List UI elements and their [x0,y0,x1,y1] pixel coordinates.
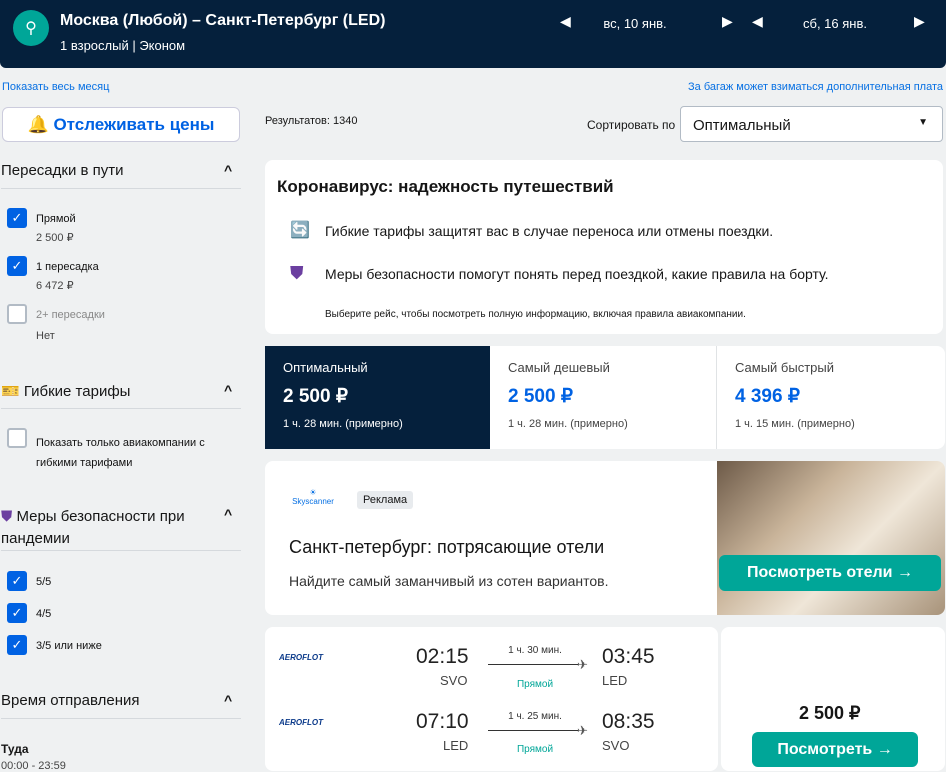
stops-two-plus-checkbox[interactable] [7,304,27,324]
safety-4-checkbox[interactable]: ✓ [7,603,27,623]
stops-1: Прямой [516,679,554,690]
time-filter-title[interactable]: Время отправления [1,692,140,709]
stops-two-label: 2+ пересадки [36,309,105,321]
passengers-cabin[interactable]: 1 взрослый | Эконом [60,38,185,53]
dep-time-1: 02:15 [416,645,469,668]
next-return-arrow-icon[interactable]: ▶ [914,13,925,30]
return-date[interactable]: сб, 16 янв. [785,16,885,31]
depart-date[interactable]: вс, 10 янв. [585,16,685,31]
aeroflot-logo: AEROFLOT [279,718,323,727]
dep-time-2: 07:10 [416,710,469,733]
stops-2: Прямой [516,744,554,755]
sort-select[interactable]: Оптимальный ▼ [680,106,943,142]
duration-1: 1 ч. 30 мин. [508,645,562,656]
chevron-down-icon: ▼ [918,117,928,128]
stops-one-checkbox[interactable]: ✓ [7,256,27,276]
flex-ticket-icon: 🔄 [290,222,310,239]
ad-text: Найдите самый заманчивый из сотен вариан… [289,573,609,589]
prev-return-arrow-icon[interactable]: ◀ [752,13,763,30]
stops-one-label: 1 пересадка [36,261,99,273]
safety-3-checkbox[interactable]: ✓ [7,635,27,655]
ad-title: Санкт-петербург: потрясающие отели [289,537,605,557]
view-flight-button[interactable]: Посмотреть → [752,732,918,767]
shield-icon: ⛊ [290,263,304,283]
route-line [488,664,578,665]
time-range: 00:00 - 23:59 [1,760,66,772]
flex-only-checkbox[interactable] [7,428,27,448]
next-date-arrow-icon[interactable]: ▶ [722,13,733,30]
skyscanner-logo: ☀ Skyscanner [292,488,334,506]
safety-5-checkbox[interactable]: ✓ [7,571,27,591]
covid-note: Выберите рейс, чтобы посмотреть полную и… [325,309,746,320]
tab-cheapest[interactable]: Самый дешевый 2 500 ₽1 ч. 28 мин. (пример… [490,346,717,449]
prev-date-arrow-icon[interactable]: ◀ [560,13,571,30]
covid-line-2: Меры безопасности помогут понять перед п… [325,266,829,282]
arr-time-1: 03:45 [602,645,655,668]
stops-direct-price: 2 500 ₽ [36,232,74,244]
stops-two-price: Нет [36,330,55,342]
whole-month-link[interactable]: Показать весь месяц [2,81,109,93]
plane-icon: ✈ [577,657,588,672]
tab-optimal[interactable]: Оптимальный 2 500 ₽1 ч. 28 мин. (примерно… [265,346,490,449]
tab-fastest[interactable]: Самый быстрый 4 396 ₽1 ч. 15 мин. (пример… [717,346,945,449]
results-count: Результатов: 1340 [265,115,358,127]
dep-airport-1: SVO [440,673,468,688]
dep-airport-2: LED [443,738,469,753]
flex-ticket-icon: 🎫 [1,383,20,400]
hotel-image [717,461,945,615]
safety-filter-title[interactable]: ⛊ Меры безопасности при пандемии [1,506,216,550]
result-price: 2 500 ₽ [799,703,861,723]
search-header[interactable] [0,0,946,68]
arr-airport-2: SVO [602,738,630,753]
covid-line-1: Гибкие тарифы защитят вас в случае перен… [325,223,774,239]
baggage-link[interactable]: За багаж может взиматься дополнительная … [688,81,943,93]
view-hotels-button[interactable]: Посмотреть отели → [719,555,941,591]
chevron-up-icon[interactable]: ^ [224,692,232,708]
shield-icon: ⛊ [1,508,13,525]
duration-2: 1 ч. 25 мин. [508,711,562,722]
chevron-up-icon[interactable]: ^ [224,162,232,178]
plane-icon: ✈ [577,723,588,738]
safety-3-label: 3/5 или ниже [36,640,102,652]
stops-filter-title[interactable]: Пересадки в пути [1,162,124,179]
chevron-up-icon[interactable]: ^ [224,382,232,398]
stops-one-price: 6 472 ₽ [36,280,74,292]
safety-5-label: 5/5 [36,576,52,588]
covid-title: Коронавирус: надежность путешествий [277,177,614,196]
sort-label: Сортировать по [587,118,676,132]
flex-only-label: Показать только авиакомпании с гибкими т… [36,437,205,469]
chevron-up-icon[interactable]: ^ [224,506,232,522]
arr-time-2: 08:35 [602,710,655,733]
stops-direct-label: Прямой [36,213,76,225]
time-leg-label: Туда [1,742,29,756]
track-prices-button[interactable]: 🔔 Отслеживать цены [2,107,240,142]
ad-badge: Реклама [357,491,414,509]
stops-direct-checkbox[interactable]: ✓ [7,208,27,228]
route-title[interactable]: Москва (Любой) – Санкт-Петербург (LED) [60,12,385,30]
flex-filter-title[interactable]: 🎫 Гибкие тарифы [1,382,130,400]
safety-4-label: 4/5 [36,608,52,620]
search-icon[interactable]: ⚲ [13,10,49,46]
route-line [488,730,578,731]
aeroflot-logo: AEROFLOT [279,653,323,662]
arr-airport-1: LED [602,673,628,688]
